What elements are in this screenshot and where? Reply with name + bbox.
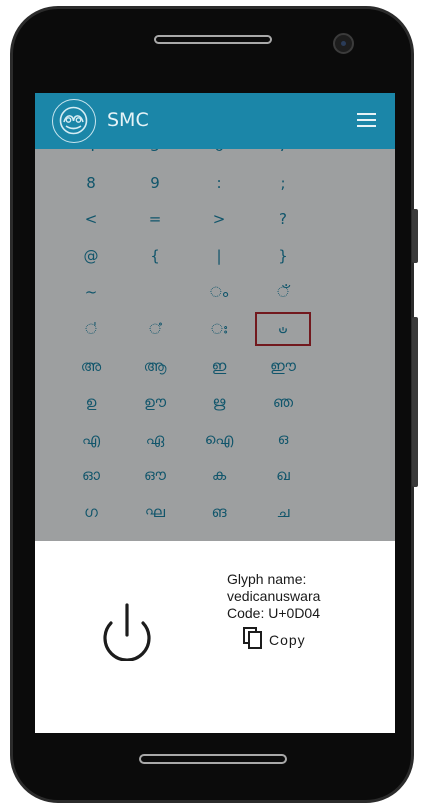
copy-icon	[243, 627, 263, 653]
glyph-cell[interactable]: ങ	[191, 495, 247, 529]
power-button	[412, 317, 418, 487]
hamburger-menu-icon[interactable]	[357, 112, 377, 128]
glyph-cell[interactable]: ജ	[127, 532, 183, 541]
glyph-row: @{|}	[35, 239, 395, 275]
glyph-cell[interactable]: 7	[255, 149, 311, 163]
glyph-cell[interactable]: ഞ	[255, 385, 311, 419]
volume-button	[412, 209, 418, 263]
glyph-grid: 456789:;<=>?@{|}~ംഁ഻഼ഃഄഅആഇഈഉഊഋഞഎഏഐഒഓഔകഖഗ…	[35, 149, 395, 541]
glyph-cell[interactable]: ഼	[127, 312, 183, 346]
glyph-cell[interactable]: ഉ	[63, 385, 119, 419]
glyph-code: Code: U+0D04	[227, 605, 321, 621]
app-title: SMC	[107, 109, 149, 131]
glyph-row: ഗഘങച	[35, 495, 395, 531]
glyph-cell[interactable]: ം	[191, 275, 247, 309]
glyph-row: ഛജഝഞ	[35, 532, 395, 541]
glyph-cell[interactable]: 6	[191, 149, 247, 163]
glyph-cell[interactable]: ഐ	[191, 422, 247, 456]
glyph-cell[interactable]: ഖ	[255, 458, 311, 492]
glyph-detail-sheet: Glyph name: vedicanuswara Code: U+0D04 C…	[35, 541, 395, 733]
glyph-cell[interactable]: 8	[63, 166, 119, 200]
glyph-cell[interactable]: <	[63, 202, 119, 236]
glyph-name-label: Glyph name:	[227, 571, 307, 587]
glyph-cell[interactable]: 5	[127, 149, 183, 163]
glyph-row: ഓഔകഖ	[35, 458, 395, 494]
glyph-cell[interactable]: =	[127, 202, 183, 236]
glyph-cell[interactable]: ഓ	[63, 458, 119, 492]
glyph-row: < = >?	[35, 202, 395, 238]
glyph-cell[interactable]: ?	[255, 202, 311, 236]
glyph-cell[interactable]: ഏ	[127, 422, 183, 456]
glyph-cell[interactable]: ഔ	[127, 458, 183, 492]
glyph-cell[interactable]: ഃ	[191, 312, 247, 346]
glyph-cell[interactable]: }	[255, 239, 311, 273]
smc-logo-icon[interactable]	[52, 99, 96, 143]
copy-label: Copy	[269, 632, 306, 648]
glyph-row: 8 9:;	[35, 166, 395, 202]
glyph-cell[interactable]: {	[127, 239, 183, 273]
glyph-row: ~ംഁ	[35, 275, 395, 311]
glyph-cell[interactable]: ച	[255, 495, 311, 529]
glyph-cell[interactable]: ഞ	[255, 532, 311, 541]
glyph-cell[interactable]: |	[191, 239, 247, 273]
glyph-row: 4567	[35, 149, 395, 165]
glyph-row: ഉഊഋഞ	[35, 385, 395, 421]
glyph-cell[interactable]: ഘ	[127, 495, 183, 529]
glyph-cell[interactable]: ;	[255, 166, 311, 200]
glyph-name-value: vedicanuswara	[227, 588, 321, 604]
front-camera	[333, 33, 354, 54]
glyph-cell[interactable]: :	[191, 166, 247, 200]
glyph-cell[interactable]: ഈ	[255, 349, 311, 383]
glyph-cell[interactable]: ഇ	[191, 349, 247, 383]
glyph-cell[interactable]: ഋ	[191, 385, 247, 419]
glyph-cell[interactable]: @	[63, 239, 119, 273]
glyph-row: അആഇഈ	[35, 349, 395, 385]
glyph-cell[interactable]: ഝ	[191, 532, 247, 541]
glyph-cell[interactable]: 9	[127, 166, 183, 200]
glyph-cell[interactable]: ഒ	[255, 422, 311, 456]
glyph-cell[interactable]: ആ	[127, 349, 183, 383]
copy-button[interactable]: Copy	[243, 627, 306, 653]
glyph-cell[interactable]: ഗ	[63, 495, 119, 529]
glyph-cell[interactable]: ഁ	[255, 275, 311, 309]
glyph-preview	[97, 601, 157, 662]
glyph-cell[interactable]: >	[191, 202, 247, 236]
glyph-cell[interactable]: ഻	[63, 312, 119, 346]
glyph-cell[interactable]: ഛ	[63, 532, 119, 541]
glyph-row: ഻഼ഃ ഄ	[35, 312, 395, 348]
glyph-cell-selected[interactable]: ഄ	[255, 312, 311, 346]
glyph-info: Glyph name: vedicanuswara Code: U+0D04	[227, 571, 320, 622]
glyph-row: എഏഐഒ	[35, 422, 395, 458]
glyph-cell[interactable]	[127, 275, 183, 309]
earpiece-speaker	[154, 35, 272, 44]
app-screen: SMC 456789:;<=>?@{|}~ംഁ഻഼ഃഄഅആഇഈഉഊഋഞഎഏഐഒഓ…	[35, 93, 395, 733]
glyph-cell[interactable]: ക	[191, 458, 247, 492]
glyph-cell[interactable]: എ	[63, 422, 119, 456]
glyph-cell[interactable]: ഊ	[127, 385, 183, 419]
glyph-cell[interactable]: അ	[63, 349, 119, 383]
bottom-speaker	[139, 754, 287, 764]
glyph-cell[interactable]: ~	[63, 275, 119, 309]
glyph-cell[interactable]: 4	[63, 149, 119, 163]
app-bar: SMC	[35, 93, 395, 149]
